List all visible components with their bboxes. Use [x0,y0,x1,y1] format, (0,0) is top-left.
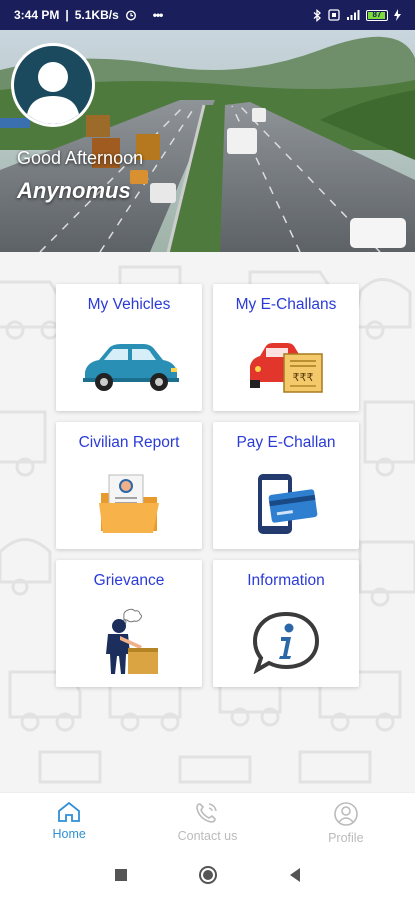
hero-banner: Good Afternoon Anynomus [0,30,415,252]
tile-my-e-challans[interactable]: My E-Challans ₹₹₹ [213,284,359,411]
challan-icon: ₹₹₹ [250,343,323,393]
nav-label: Home [52,827,86,841]
tile-label: My E-Challans [235,296,337,313]
nav-label: Contact us [177,829,238,843]
status-speed: 5.1KB/s [74,8,119,22]
nav-profile[interactable]: Profile [296,801,396,845]
status-more-icon: ••• [152,8,164,22]
tile-label: Information [247,572,325,589]
tile-my-vehicles[interactable]: My Vehicles [56,284,202,411]
tile-label: My Vehicles [87,296,171,313]
phone-card-icon [258,474,318,534]
charging-icon [394,9,401,21]
home-circle-icon[interactable] [198,865,218,885]
signal-icon [347,10,360,20]
svg-text:₹₹₹: ₹₹₹ [293,371,314,384]
system-navigation-bar [0,850,415,900]
tile-label: Civilian Report [78,434,180,451]
avatar[interactable] [11,43,95,127]
car-icon [83,344,179,391]
nav-label: Profile [328,831,364,845]
home-icon [58,801,81,822]
tile-civilian-report[interactable]: Civilian Report [56,422,202,549]
phone-icon [196,803,218,823]
user-silhouette-icon [26,62,80,124]
tile-label: Grievance [93,572,165,589]
bluetooth-icon [313,8,321,22]
nav-contact-us[interactable]: Contact us [157,801,257,843]
report-folder-icon [99,474,159,533]
tile-information[interactable]: Information [213,560,359,687]
status-bar: 3:44 PM | 5.1KB/s ••• 87 [0,0,415,30]
back-triangle-icon[interactable] [288,867,302,883]
greeting-text: Good Afternoon [17,148,144,168]
username: Anynomus [17,178,131,203]
alarm-icon [125,10,136,21]
bottom-navigation: Home Contact us Profile [0,792,415,850]
info-icon [252,611,320,674]
tile-grievance[interactable]: Grievance [56,560,202,687]
grievance-icon [106,608,158,674]
recents-square-icon[interactable] [114,868,128,882]
tile-pay-e-challan[interactable]: Pay E-Challan [213,422,359,549]
profile-icon [334,802,358,826]
status-time: 3:44 PM [14,8,60,22]
nfc-icon [328,9,340,21]
nav-home[interactable]: Home [19,801,119,841]
tile-label: Pay E-Challan [236,434,336,451]
battery-icon: 87 [366,9,388,21]
